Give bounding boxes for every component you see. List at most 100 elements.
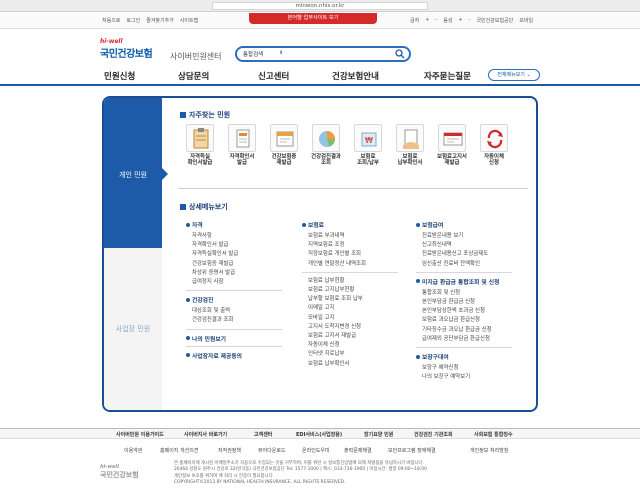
category-title[interactable]: 자격 (186, 220, 282, 229)
menu-link[interactable]: 납부할 보험료 조회 납부 (302, 295, 398, 304)
menu-link[interactable]: 자격득실확인서 발급 (186, 250, 282, 259)
category-title[interactable]: 사업장자료 제공동의 (186, 351, 282, 360)
quick-item[interactable]: 건강검진결과 조회 (307, 124, 345, 167)
menu-link[interactable]: 건강검진결과 조회 (186, 316, 282, 325)
category-title[interactable]: 보험료 (302, 220, 398, 229)
category-title[interactable]: 미지급 환급금 통합조회 및 신청 (416, 277, 512, 286)
footer-policy-links: 이용약관 홈페이지 개선의견 저작권정책 뷰어다운로드 온라인도우미 출력문제해… (0, 446, 640, 456)
footer-link[interactable]: 장기요양 민원 (364, 431, 393, 438)
search-bar[interactable]: 통합검색 ⬍ (235, 46, 411, 62)
search-icon[interactable] (395, 49, 405, 59)
all-menu-button[interactable]: 전체메뉴보기 ⌄ (488, 69, 540, 81)
menu-link[interactable]: 급여제외 공단부담금 환급신청 (416, 335, 512, 344)
menu-link[interactable]: 자격확인서 발급 (186, 241, 282, 250)
category-title[interactable]: 나의 민원보기 (186, 334, 282, 343)
menu-link[interactable]: 기타징수금 과오납 환급금 신청 (416, 326, 512, 335)
menu-link[interactable]: 대상조회 및 출력 (186, 307, 282, 316)
menu-link[interactable]: 신고최신내역 (416, 241, 512, 250)
menu-link[interactable]: 보험료 부과내역 (302, 232, 398, 241)
menu-link[interactable]: 차상위 증명서 발급 (186, 269, 282, 278)
menu-link[interactable]: 보험료 과오납금 환급신청 (416, 316, 512, 325)
detail-column-1: 자격 자격사항 자격확인서 발급 자격득실확인서 발급 건강보험증 재발급 차상… (186, 220, 282, 363)
chevron-down-icon[interactable]: ⬍ (279, 50, 283, 56)
quick-item[interactable]: 보험료 납부확인서 (391, 124, 429, 167)
quick-item[interactable]: ₩ 보험료 조회/납부 (349, 124, 387, 167)
url-bar[interactable]: minwon.nhis.or.kr (212, 2, 428, 10)
menu-link[interactable]: 진료받은내용 보기 (416, 232, 512, 241)
footer-link[interactable]: 사이버지사 바로가기 (184, 431, 227, 438)
menu-link[interactable]: 진료받은내용신고 포상금제도 (416, 250, 512, 259)
nav-civil-apply[interactable]: 민원신청 (104, 70, 135, 82)
english-site-tab[interactable]: 본어헬 업무사이트 보기 (249, 13, 377, 24)
policy-link[interactable]: 홈페이지 개선의견 (160, 447, 198, 454)
mobile-link[interactable]: 모바일 (519, 17, 533, 24)
util-sitemap-link[interactable]: 사이트맵 (180, 17, 198, 24)
menu-link[interactable]: 나의 보장구 예약보기 (416, 373, 512, 382)
voice-increase-button[interactable]: + (458, 17, 462, 24)
voice-label: 음성 (443, 18, 453, 24)
footer-logo: hi-well 국민건강보험 (100, 464, 139, 480)
footer-link[interactable]: 고객센터 (254, 431, 272, 438)
menu-link[interactable]: 지역보험료 조정 (302, 241, 398, 250)
menu-link[interactable]: 자동이체 신청 (302, 341, 398, 350)
menu-link[interactable]: 자격사항 (186, 232, 282, 241)
search-scope-select[interactable]: 통합검색 (243, 50, 263, 58)
font-decrease-button[interactable]: - (435, 17, 437, 24)
menu-link[interactable]: 인터넷 지로납부 (302, 350, 398, 359)
quick-item[interactable]: 자동이체 신청 (475, 124, 513, 167)
clipboard-icon (186, 124, 214, 152)
tab-business[interactable]: 사업장 민원 (104, 248, 162, 410)
menu-link[interactable]: 모바일 고지 (302, 314, 398, 323)
quick-item[interactable]: 자격득실 확인서발급 (181, 124, 219, 167)
tab-personal[interactable]: 개인 민원 (104, 98, 162, 248)
policy-link[interactable]: 보안프로그램 장애해결 (388, 447, 436, 454)
quick-item[interactable]: 보험료고지서 재발급 (433, 124, 471, 167)
policy-link[interactable]: 온라인도우미 (302, 447, 330, 454)
menu-link[interactable]: 이메일 고지 (302, 304, 398, 313)
menu-link[interactable]: 보험료 고지서 재발급 (302, 332, 398, 341)
nav-insurance-guide[interactable]: 건강보험안내 (332, 70, 379, 82)
policy-link[interactable]: 이용약관 (124, 447, 142, 454)
policy-link[interactable]: 저작권정책 (218, 447, 241, 454)
util-bookmark-link[interactable]: 즐겨찾기추가 (146, 17, 174, 24)
nav-faq[interactable]: 자주묻는질문 (424, 70, 471, 82)
category-title[interactable]: 건강검진 (186, 295, 282, 304)
menu-link[interactable]: 통합조회 및 신청 (416, 289, 512, 298)
quick-section-title: 자주찾는 민원 (180, 110, 230, 120)
menu-link[interactable]: 보장구 예약신청 (416, 364, 512, 373)
menu-link[interactable]: 보험료 납부현황 (302, 277, 398, 286)
menu-link[interactable]: 개인별 연말정산 내역조회 (302, 260, 398, 269)
footer-link[interactable]: 사회보험 통합징수 (474, 431, 513, 438)
font-increase-button[interactable]: + (425, 17, 429, 24)
quick-item-label: 보험료고지서 재발급 (437, 154, 467, 167)
footer-link[interactable]: 사이버민원 이용가이드 (116, 431, 164, 438)
nav-consult[interactable]: 상담문의 (178, 70, 209, 82)
menu-link[interactable]: 보험료 고지납부현황 (302, 286, 398, 295)
util-home-link[interactable]: 처음으로 (102, 17, 120, 24)
footer-link[interactable]: EDI서비스(사업장용) (296, 431, 342, 438)
menu-link[interactable]: 직장보험료 개인별 조회 (302, 250, 398, 259)
menu-link[interactable]: 본인부담금 환급금 신청 (416, 298, 512, 307)
quick-item[interactable]: 자격확인서 발급 (223, 124, 261, 167)
menu-link[interactable]: 고지서 도착지변경 신청 (302, 323, 398, 332)
quick-title-text: 자주찾는 민원 (189, 111, 231, 119)
policy-link[interactable]: 출력문제해결 (344, 447, 372, 454)
util-login-link[interactable]: 로그인 (126, 17, 140, 24)
policy-link[interactable]: 개인정보 처리방침 (470, 447, 508, 454)
category-title[interactable]: 보험급여 (416, 220, 512, 229)
menu-link[interactable]: 보험료 납부확인서 (302, 360, 398, 369)
voice-decrease-button[interactable]: - (469, 17, 471, 24)
bullet-icon (186, 336, 190, 341)
policy-link[interactable]: 뷰어다운로드 (258, 447, 286, 454)
footer-link[interactable]: 건강검진 기관조회 (414, 431, 453, 438)
nav-report-center[interactable]: 신고센터 (258, 70, 289, 82)
quick-item[interactable]: 건강보험증 재발급 (265, 124, 303, 167)
site-logo[interactable]: hi-well 국민건강보험 사이버민원센터 (100, 38, 222, 61)
category-title[interactable]: 보장구대여 (416, 352, 512, 361)
menu-link[interactable]: 건강보험증 재발급 (186, 260, 282, 269)
nhis-link[interactable]: 국민건강보험공단 (476, 17, 513, 24)
category-label: 사업장자료 제공동의 (192, 353, 243, 360)
menu-link[interactable]: 본인부담상한액 초과금 신청 (416, 307, 512, 316)
menu-link[interactable]: 급여정지 사항 (186, 278, 282, 287)
menu-link[interactable]: 임신출산 진료비 잔액확인 (416, 260, 512, 269)
